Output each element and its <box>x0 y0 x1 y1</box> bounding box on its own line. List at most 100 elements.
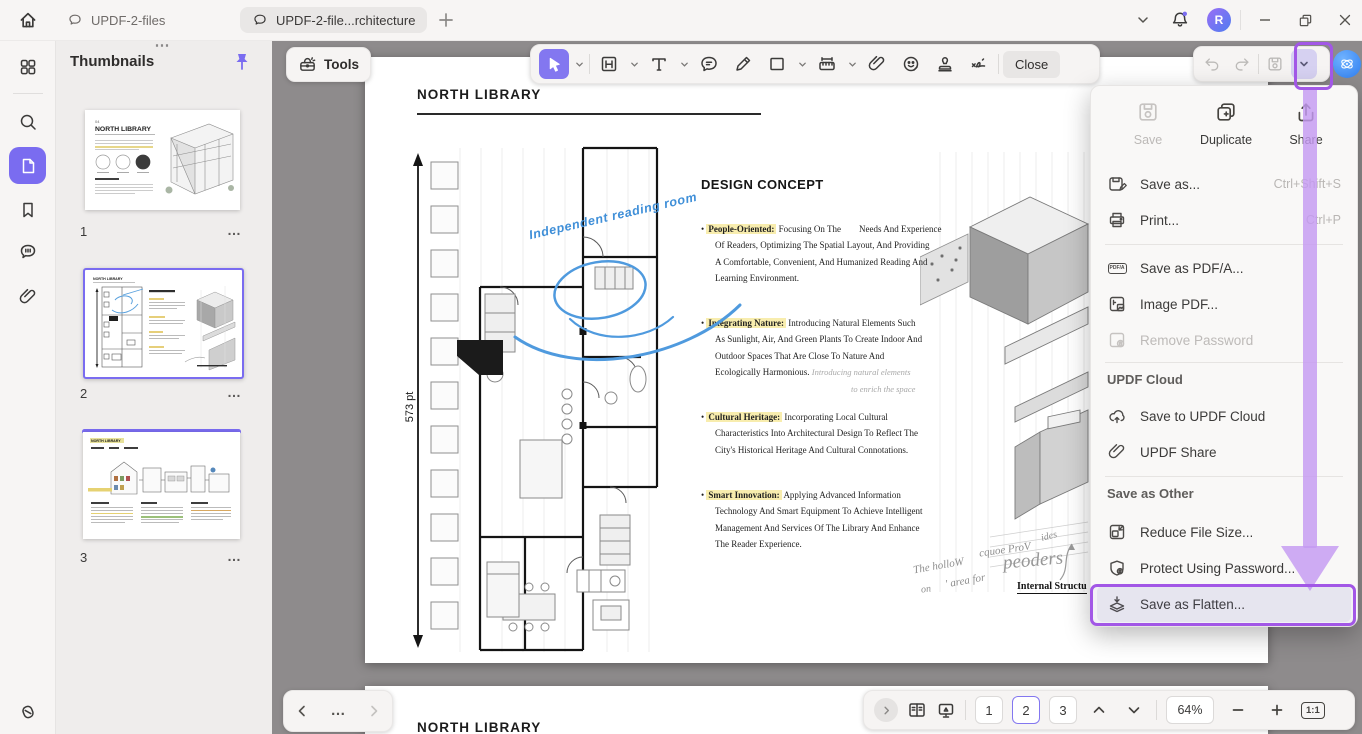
previous-page-button[interactable] <box>1086 703 1112 717</box>
page-2-more-button[interactable]: … <box>227 384 242 400</box>
section-title: DESIGN CONCEPT <box>701 177 824 192</box>
page-button-2[interactable]: 2 <box>1012 696 1040 724</box>
heading-tool[interactable] <box>594 49 624 79</box>
remove-password-icon <box>1107 330 1127 350</box>
theme-palette-button[interactable] <box>9 692 46 729</box>
menu-item-save-as[interactable]: Save as... Ctrl+Shift+S <box>1097 166 1351 202</box>
menu-item-label: UPDF Share <box>1140 445 1217 460</box>
measure-tool[interactable] <box>812 49 842 79</box>
save-button[interactable] <box>1261 49 1289 79</box>
shape-tool-chevron[interactable] <box>796 49 808 79</box>
tools-label: Tools <box>324 57 359 72</box>
toolbox-icon <box>298 55 317 74</box>
comments-button[interactable] <box>9 233 46 270</box>
page-button-3[interactable]: 3 <box>1049 696 1077 724</box>
stamp-tool[interactable] <box>930 49 960 79</box>
view-controls-bar: 1 2 3 64% 1:1 <box>863 690 1355 730</box>
home-button[interactable] <box>17 9 39 31</box>
menu-item-remove-password[interactable]: Remove Password <box>1097 322 1351 358</box>
restore-button[interactable] <box>1290 8 1320 32</box>
shield-lock-icon <box>1107 558 1127 578</box>
toolbar-separator <box>965 700 966 720</box>
page-layout-button[interactable] <box>907 700 927 720</box>
apps-grid-button[interactable] <box>9 48 46 85</box>
menu-item-updf-share[interactable]: UPDF Share <box>1097 434 1351 470</box>
close-button[interactable]: Close <box>1003 51 1060 78</box>
measure-tool-chevron[interactable] <box>846 49 858 79</box>
history-more-button[interactable]: … <box>330 706 345 716</box>
text-tool-chevron[interactable] <box>678 49 690 79</box>
page-button-1[interactable]: 1 <box>975 696 1003 724</box>
menu-item-label: Save to UPDF Cloud <box>1140 409 1265 424</box>
bookmarks-button[interactable] <box>9 191 46 228</box>
zoom-out-button[interactable] <box>1223 703 1253 717</box>
tab-updf-2-files[interactable]: UPDF-2-files <box>55 7 177 33</box>
attach-tool[interactable] <box>862 49 892 79</box>
highlighter-tool[interactable] <box>728 49 758 79</box>
text-tool[interactable] <box>644 49 674 79</box>
select-tool[interactable] <box>539 49 569 79</box>
shape-tool[interactable] <box>762 49 792 79</box>
menu-quick-duplicate[interactable]: Duplicate <box>1187 100 1265 147</box>
page-3-more-button[interactable]: … <box>227 548 242 564</box>
new-tab-button[interactable] <box>435 9 457 31</box>
titlebar-chevron-button[interactable] <box>1128 8 1158 32</box>
select-tool-chevron[interactable] <box>573 49 585 79</box>
page-1-more-button[interactable]: … <box>227 222 242 238</box>
forward-button[interactable] <box>367 704 381 718</box>
menu-item-save-as-flatten[interactable]: Save as Flatten... <box>1097 586 1351 622</box>
menu-quick-share[interactable]: Share <box>1267 100 1345 147</box>
tab-document-icon <box>252 12 268 28</box>
thumbnails-panel-button[interactable] <box>9 147 46 184</box>
close-window-button[interactable] <box>1330 8 1360 32</box>
save-as-icon <box>1107 174 1127 194</box>
menu-divider <box>1105 362 1343 363</box>
menu-quick-save[interactable]: Save <box>1109 100 1187 147</box>
page-history-bar: … <box>283 690 393 732</box>
menu-item-save-to-updf-cloud[interactable]: Save to UPDF Cloud <box>1097 398 1351 434</box>
minimize-button[interactable] <box>1250 8 1280 32</box>
tools-button[interactable]: Tools <box>286 47 371 82</box>
page-thumbnail-3[interactable]: NORTH LIBRARY <box>83 432 240 539</box>
document-title: NORTH LIBRARY <box>417 87 541 102</box>
sticker-tool[interactable] <box>896 49 926 79</box>
back-button[interactable] <box>295 704 309 718</box>
signature-tool[interactable] <box>964 49 994 79</box>
menu-item-label: Save as PDF/A... <box>1140 261 1244 276</box>
notifications-button[interactable] <box>1165 8 1195 32</box>
page-thumbnail-2[interactable]: NORTH LIBRARY <box>83 268 244 379</box>
pin-icon[interactable] <box>233 52 251 72</box>
zoom-level[interactable]: 64% <box>1166 696 1214 724</box>
collapse-bar-button[interactable] <box>874 698 898 722</box>
left-rail <box>0 40 56 734</box>
bullet-smart-innovation: • Smart Innovation: Applying Advanced In… <box>701 487 961 553</box>
flatten-icon <box>1107 594 1127 614</box>
presentation-mode-button[interactable] <box>936 700 956 720</box>
page-thumbnail-1[interactable]: 04 NORTH LIBRARY <box>85 110 240 210</box>
zoom-in-button[interactable] <box>1262 703 1292 717</box>
tab-updf-2-file-architecture[interactable]: UPDF-2-file...rchitecture <box>240 7 427 33</box>
avatar[interactable]: R <box>1207 8 1231 32</box>
menu-item-label: Save as... <box>1140 177 1200 192</box>
attachments-button[interactable] <box>9 278 46 315</box>
menu-item-protect-password[interactable]: Protect Using Password... <box>1097 550 1351 586</box>
search-button[interactable] <box>9 103 46 140</box>
updf-window: UPDF-2-files UPDF-2-file...rchitecture <box>0 0 1362 734</box>
ai-assistant-button[interactable] <box>1333 50 1361 78</box>
menu-item-print[interactable]: Print... Ctrl+P <box>1097 202 1351 238</box>
menu-section-updf-cloud: UPDF Cloud <box>1107 372 1183 387</box>
internal-structure-label: Internal Structu <box>1017 581 1087 594</box>
redo-button[interactable] <box>1228 49 1256 79</box>
svg-text:NORTH LIBRARY: NORTH LIBRARY <box>93 277 123 281</box>
menu-item-reduce-file-size[interactable]: Reduce File Size... <box>1097 514 1351 550</box>
save-options-chevron-button[interactable] <box>1291 49 1317 79</box>
comment-tool[interactable] <box>694 49 724 79</box>
next-page-button[interactable] <box>1121 703 1147 717</box>
menu-item-image-pdf[interactable]: Image PDF... <box>1097 286 1351 322</box>
menu-item-save-as-pdfa[interactable]: PDF/A Save as PDF/A... <box>1097 250 1351 286</box>
heading-tool-chevron[interactable] <box>628 49 640 79</box>
titlebar: UPDF-2-files UPDF-2-file...rchitecture <box>0 0 1362 41</box>
actual-size-button[interactable]: 1:1 <box>1301 702 1325 719</box>
svg-text:04: 04 <box>95 119 100 124</box>
undo-button[interactable] <box>1198 49 1226 79</box>
